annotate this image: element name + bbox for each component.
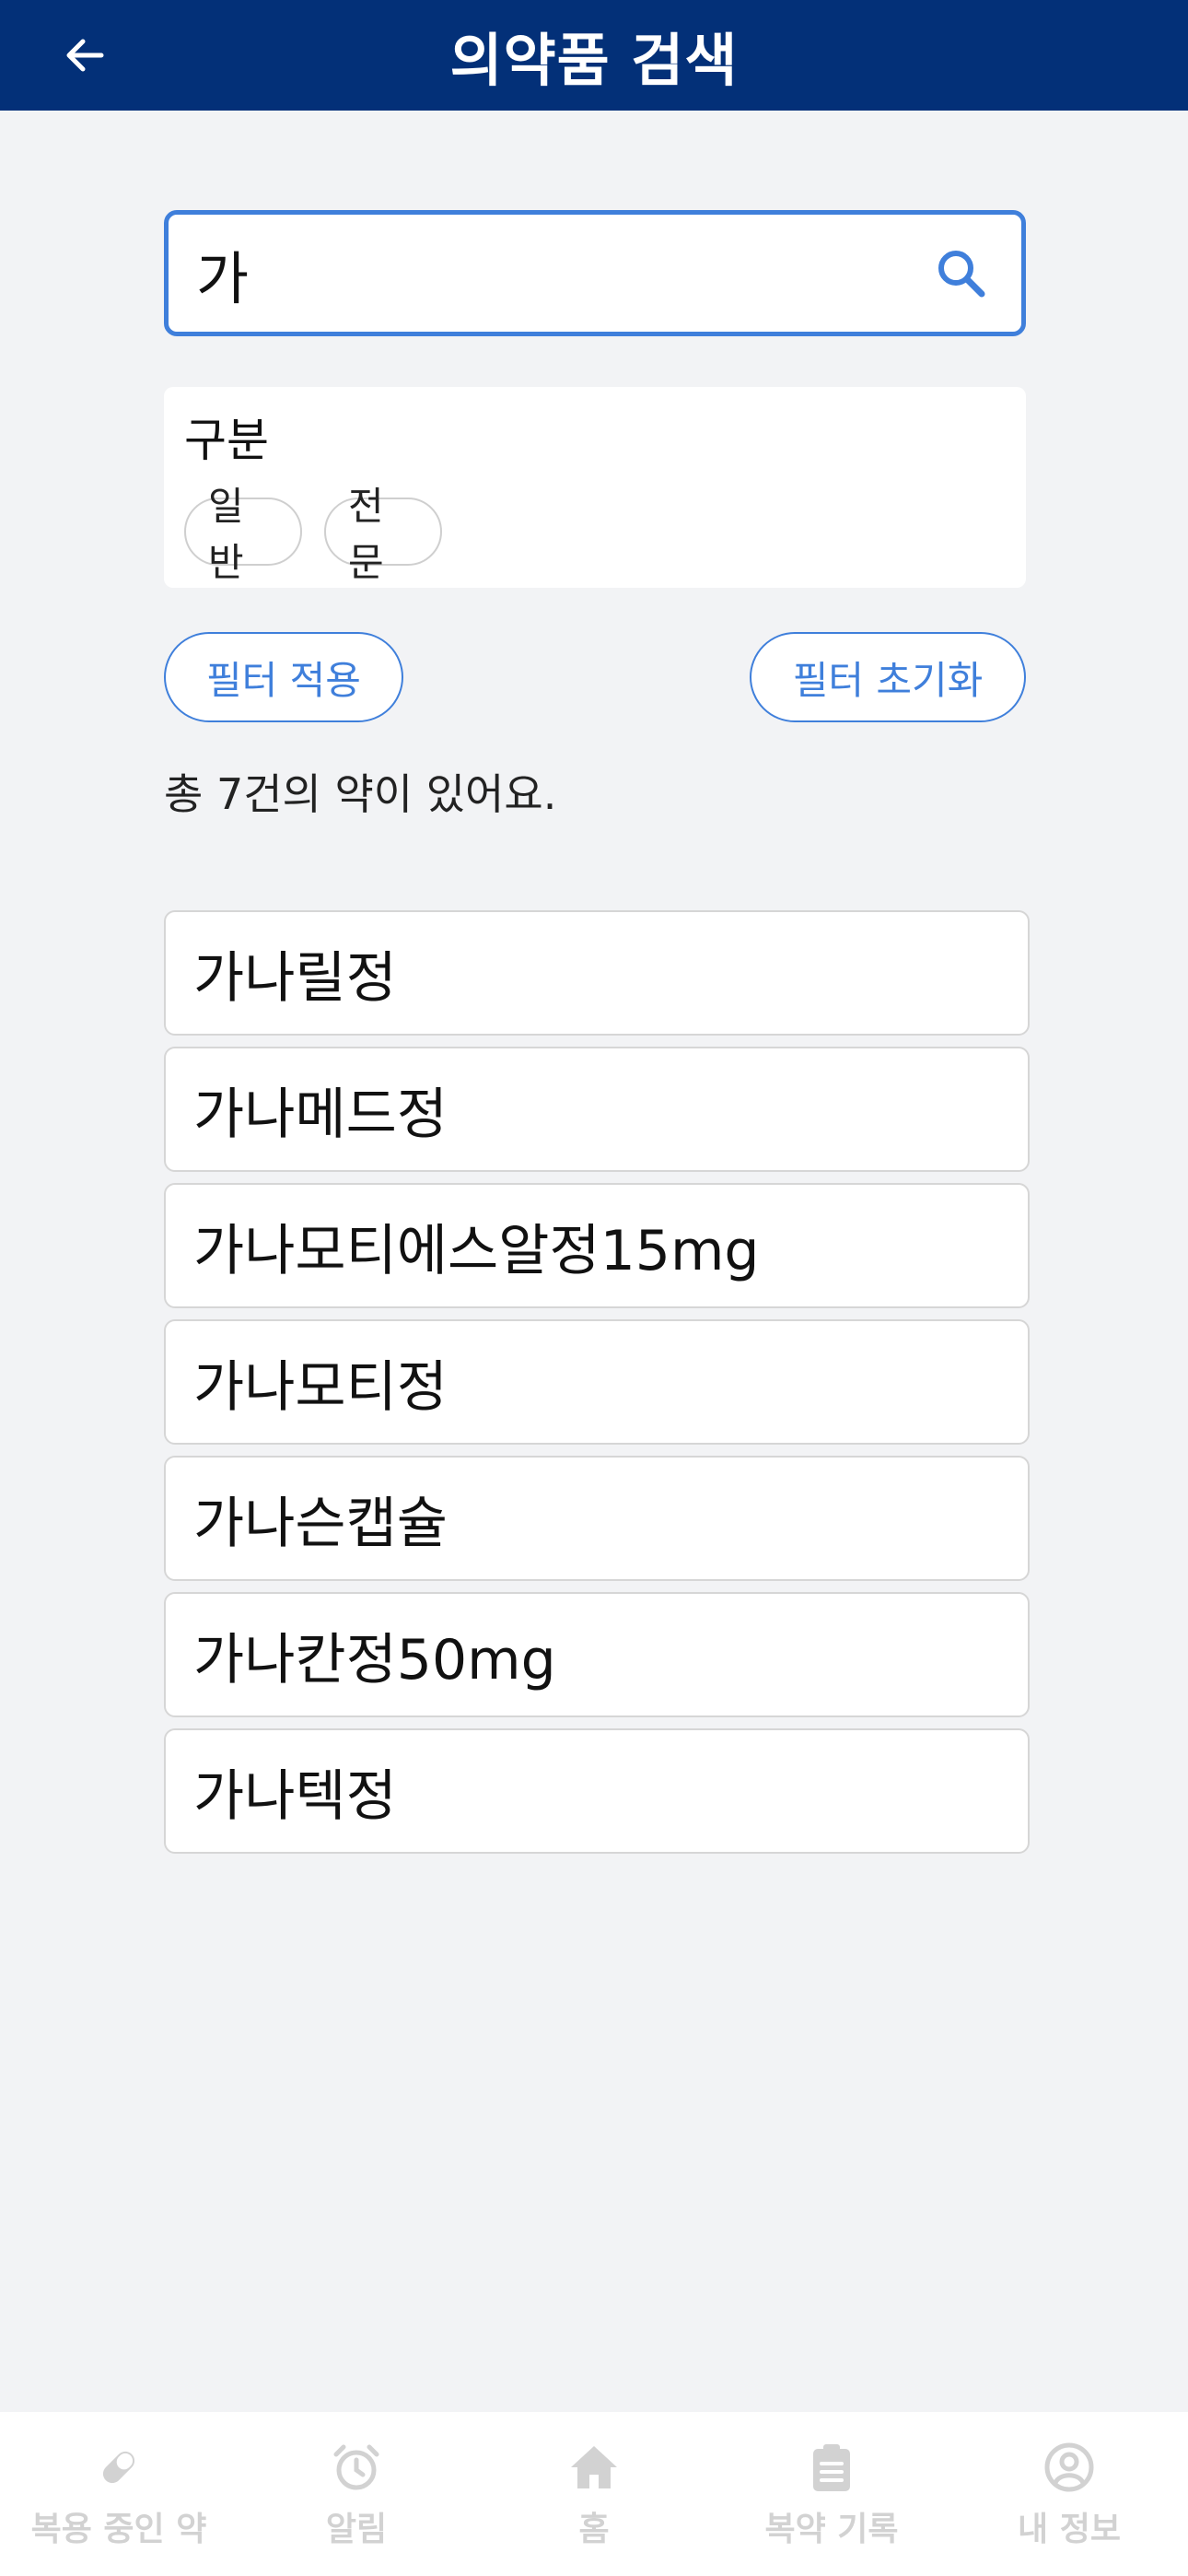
list-item[interactable]: 가나텍정 <box>164 1728 1030 1854</box>
list-item[interactable]: 가나모티에스알정15mg <box>164 1183 1030 1308</box>
nav-label: 복약 기록 <box>764 2511 899 2548</box>
nav-item-alarm[interactable]: 알림 <box>238 2438 475 2550</box>
nav-label: 내 정보 <box>1018 2511 1121 2548</box>
nav-item-med-log[interactable]: 복약 기록 <box>713 2438 950 2550</box>
reset-filter-button[interactable]: 필터 초기화 <box>750 632 1026 722</box>
nav-label: 알림 <box>325 2511 388 2548</box>
apply-filter-button[interactable]: 필터 적용 <box>164 632 403 722</box>
alarm-clock-icon <box>327 2438 386 2497</box>
chip-prescription[interactable]: 전문 <box>324 484 442 585</box>
nav-item-home[interactable]: 홈 <box>475 2438 713 2550</box>
page-title: 의약품 검색 <box>449 27 739 94</box>
app-header: 의약품 검색 <box>0 0 1188 111</box>
user-circle-icon <box>1040 2438 1099 2497</box>
nav-item-my-info[interactable]: 내 정보 <box>950 2438 1188 2550</box>
clipboard-icon <box>802 2438 861 2497</box>
category-filter-card: 구분 일반 전문 <box>164 387 1026 588</box>
list-item[interactable]: 가나모티정 <box>164 1319 1030 1445</box>
list-item[interactable]: 가나칸정50mg <box>164 1592 1030 1717</box>
list-item[interactable]: 가나메드정 <box>164 1047 1030 1172</box>
nav-item-current-meds[interactable]: 복용 중인 약 <box>0 2438 238 2550</box>
search-input[interactable] <box>196 215 929 332</box>
nav-label: 복용 중인 약 <box>30 2511 207 2548</box>
home-icon <box>565 2438 623 2497</box>
filter-category-label: 구분 <box>184 414 269 467</box>
result-list: 가나릴정 가나메드정 가나모티에스알정15mg 가나모티정 가나슨캡슐 가나칸정… <box>164 910 1030 1865</box>
chip-general[interactable]: 일반 <box>184 484 302 585</box>
search-bar <box>164 210 1026 336</box>
arrow-left-icon <box>66 39 104 72</box>
result-count: 총 7건의 약이 있어요. <box>164 769 557 819</box>
pill-icon <box>89 2438 148 2497</box>
list-item[interactable]: 가나슨캡슐 <box>164 1456 1030 1581</box>
back-button[interactable] <box>52 22 118 88</box>
search-icon[interactable] <box>929 241 994 306</box>
bottom-navigation: 복용 중인 약 알림 홈 복약 기록 내 정보 <box>0 2412 1188 2576</box>
list-item[interactable]: 가나릴정 <box>164 910 1030 1036</box>
nav-label: 홈 <box>578 2511 610 2548</box>
